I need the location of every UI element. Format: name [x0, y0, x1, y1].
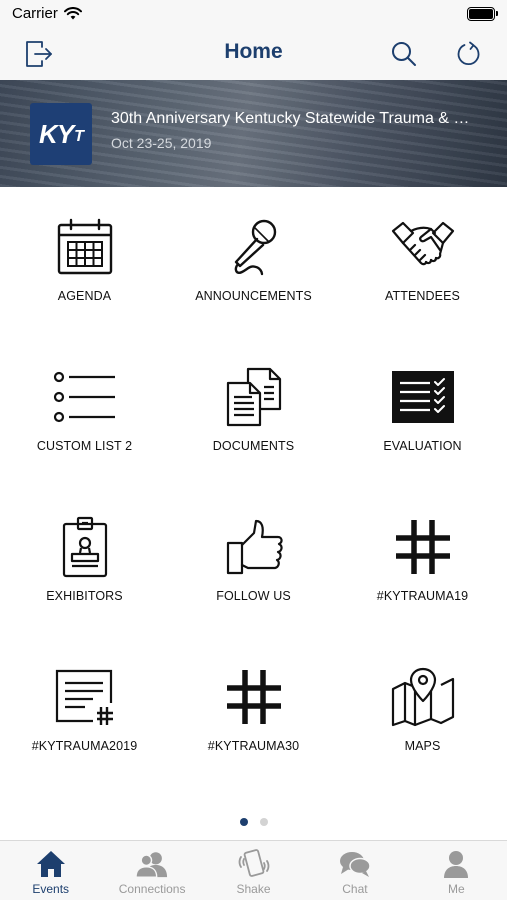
tile-kytrauma2019[interactable]: #KYTRAUMA2019 — [0, 637, 169, 787]
feature-grid: AGENDA ANNOUNCEMENTS ATTENDEES CUSTOM LI… — [0, 187, 507, 807]
thumbs-up-icon — [222, 515, 286, 579]
tile-label: MAPS — [404, 739, 441, 753]
search-button[interactable] — [387, 37, 421, 71]
refresh-button[interactable] — [452, 37, 486, 71]
tile-label: FOLLOW US — [216, 589, 291, 603]
tile-label: DOCUMENTS — [212, 439, 295, 453]
battery-icon — [467, 7, 498, 21]
page-dot-active[interactable] — [239, 818, 248, 826]
tile-label: #KYTRAUMA2019 — [31, 739, 138, 753]
tile-custom-list-2[interactable]: CUSTOM LIST 2 — [0, 337, 169, 487]
list-icon — [53, 365, 117, 429]
event-logo: KY T — [30, 103, 92, 165]
tab-label: Chat — [342, 882, 368, 896]
tab-chat[interactable]: Chat — [304, 841, 405, 900]
tab-shake[interactable]: Shake — [203, 841, 304, 900]
event-banner[interactable]: KY T 30th Anniversary Kentucky Statewide … — [0, 80, 507, 187]
tile-documents[interactable]: DOCUMENTS — [169, 337, 338, 487]
home-icon — [35, 849, 67, 879]
tile-attendees[interactable]: ATTENDEES — [338, 187, 507, 337]
tile-agenda[interactable]: AGENDA — [0, 187, 169, 337]
tab-connections[interactable]: Connections — [101, 841, 202, 900]
wifi-icon — [63, 7, 82, 20]
handshake-icon — [391, 215, 455, 279]
checklist-icon — [391, 365, 455, 429]
phone-shake-icon — [238, 849, 270, 879]
person-icon — [440, 849, 472, 879]
tab-bar: Events Connections Shake Chat Me — [0, 840, 507, 900]
status-bar: Carrier — [0, 0, 507, 28]
page-indicator[interactable] — [0, 818, 507, 828]
tile-label: #KYTRAUMA19 — [376, 589, 469, 603]
tab-label: Events — [32, 882, 70, 896]
tab-label: Connections — [118, 882, 186, 896]
tile-label: #KYTRAUMA30 — [207, 739, 300, 753]
carrier: Carrier — [12, 5, 82, 22]
hashtag-note-icon — [53, 665, 117, 729]
logo-text: KY — [39, 118, 74, 149]
tile-follow-us[interactable]: FOLLOW US — [169, 487, 338, 637]
refresh-icon — [457, 41, 480, 65]
tile-maps[interactable]: MAPS — [338, 637, 507, 787]
people-icon — [136, 849, 168, 879]
navigation-bar: Home — [0, 28, 507, 80]
tile-label: ATTENDEES — [385, 289, 460, 303]
tile-kytrauma19[interactable]: #KYTRAUMA19 — [338, 487, 507, 637]
tab-me[interactable]: Me — [406, 841, 507, 900]
page-title: Home — [224, 40, 283, 63]
search-icon — [392, 42, 416, 66]
carrier-label: Carrier — [12, 5, 58, 22]
microphone-icon — [222, 215, 286, 279]
map-icon — [391, 665, 455, 729]
tile-label: EVALUATION — [383, 439, 462, 453]
tile-label: CUSTOM LIST 2 — [36, 439, 133, 453]
tab-events[interactable]: Events — [0, 841, 101, 900]
tile-kytrauma30[interactable]: #KYTRAUMA30 — [169, 637, 338, 787]
tile-label: AGENDA — [57, 289, 112, 303]
event-dates: Oct 23-25, 2019 — [111, 135, 212, 151]
chat-icon — [339, 849, 371, 879]
tab-label: Shake — [236, 882, 271, 896]
logo-subtext: T — [74, 128, 84, 145]
event-name: 30th Anniversary Kentucky Statewide Trau… — [111, 110, 471, 127]
hashtag-icon — [222, 665, 286, 729]
tile-announcements[interactable]: ANNOUNCEMENTS — [169, 187, 338, 337]
badge-icon — [53, 515, 117, 579]
tab-label: Me — [447, 882, 465, 896]
tile-evaluation[interactable]: EVALUATION — [338, 337, 507, 487]
tile-label: ANNOUNCEMENTS — [195, 289, 312, 303]
calendar-icon — [53, 215, 117, 279]
hashtag-icon — [391, 515, 455, 579]
page-dot[interactable] — [259, 818, 268, 826]
tile-exhibitors[interactable]: EXHIBITORS — [0, 487, 169, 637]
tile-label: EXHIBITORS — [46, 589, 123, 603]
documents-icon — [222, 365, 286, 429]
